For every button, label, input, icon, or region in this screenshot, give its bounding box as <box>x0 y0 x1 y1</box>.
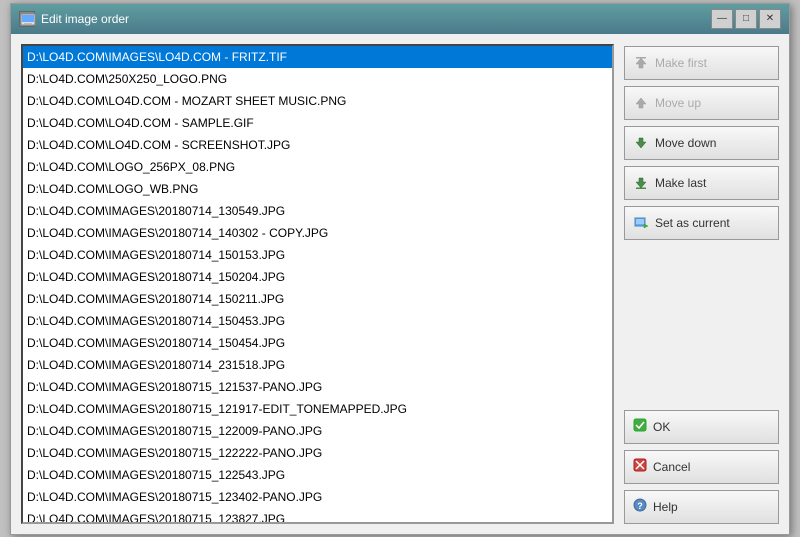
set-as-current-label: Set as current <box>655 216 730 230</box>
make-last-label: Make last <box>655 176 706 190</box>
window-icon <box>19 11 35 27</box>
list-item[interactable]: D:\LO4D.COM\LOGO_256PX_08.PNG <box>23 156 612 178</box>
ok-icon <box>633 418 647 435</box>
sidebar: Make first Move up Move down <box>624 44 779 524</box>
set-as-current-button[interactable]: Set as current <box>624 206 779 240</box>
ok-button[interactable]: OK <box>624 410 779 444</box>
list-item[interactable]: D:\LO4D.COM\IMAGES\LO4D.COM - FRITZ.TIF <box>23 46 612 68</box>
image-list[interactable]: D:\LO4D.COM\IMAGES\LO4D.COM - FRITZ.TIFD… <box>21 44 614 524</box>
list-item[interactable]: D:\LO4D.COM\IMAGES\20180715_121917-EDIT_… <box>23 398 612 420</box>
list-item[interactable]: D:\LO4D.COM\IMAGES\20180714_231518.JPG <box>23 354 612 376</box>
maximize-button[interactable]: □ <box>735 9 757 29</box>
make-first-icon <box>633 55 649 71</box>
list-item[interactable]: D:\LO4D.COM\IMAGES\20180714_150453.JPG <box>23 310 612 332</box>
button-spacer <box>624 246 779 404</box>
set-as-current-icon <box>633 215 649 231</box>
move-up-label: Move up <box>655 96 701 110</box>
cancel-button[interactable]: Cancel <box>624 450 779 484</box>
make-last-icon <box>633 175 649 191</box>
list-item[interactable]: D:\LO4D.COM\LO4D.COM - SCREENSHOT.JPG <box>23 134 612 156</box>
minimize-button[interactable]: — <box>711 9 733 29</box>
cancel-label: Cancel <box>653 460 690 474</box>
list-item[interactable]: D:\LO4D.COM\LO4D.COM - MOZART SHEET MUSI… <box>23 90 612 112</box>
help-label: Help <box>653 500 678 514</box>
move-down-label: Move down <box>655 136 716 150</box>
title-bar-buttons: — □ ✕ <box>711 9 781 29</box>
move-up-button[interactable]: Move up <box>624 86 779 120</box>
list-item[interactable]: D:\LO4D.COM\IMAGES\20180715_123827.JPG <box>23 508 612 524</box>
cancel-icon <box>633 458 647 475</box>
window-title: Edit image order <box>41 12 129 26</box>
help-button[interactable]: ? Help <box>624 490 779 524</box>
title-bar-left: Edit image order <box>19 11 129 27</box>
make-first-label: Make first <box>655 56 707 70</box>
make-first-button[interactable]: Make first <box>624 46 779 80</box>
list-item[interactable]: D:\LO4D.COM\LO4D.COM - SAMPLE.GIF <box>23 112 612 134</box>
list-item[interactable]: D:\LO4D.COM\IMAGES\20180714_130549.JPG <box>23 200 612 222</box>
move-up-icon <box>633 95 649 111</box>
close-button[interactable]: ✕ <box>759 9 781 29</box>
list-item[interactable]: D:\LO4D.COM\IMAGES\20180715_122543.JPG <box>23 464 612 486</box>
list-item[interactable]: D:\LO4D.COM\IMAGES\20180714_150211.JPG <box>23 288 612 310</box>
ok-label: OK <box>653 420 670 434</box>
list-item[interactable]: D:\LO4D.COM\IMAGES\20180714_150454.JPG <box>23 332 612 354</box>
list-item[interactable]: D:\LO4D.COM\250X250_LOGO.PNG <box>23 68 612 90</box>
make-last-button[interactable]: Make last <box>624 166 779 200</box>
list-item[interactable]: D:\LO4D.COM\LOGO_WB.PNG <box>23 178 612 200</box>
window-body: D:\LO4D.COM\IMAGES\LO4D.COM - FRITZ.TIFD… <box>11 34 789 534</box>
list-item[interactable]: D:\LO4D.COM\IMAGES\20180714_140302 - COP… <box>23 222 612 244</box>
help-icon: ? <box>633 498 647 515</box>
list-item[interactable]: D:\LO4D.COM\IMAGES\20180715_122222-PANO.… <box>23 442 612 464</box>
main-window: Edit image order — □ ✕ D:\LO4D.COM\IMAGE… <box>10 3 790 535</box>
list-item[interactable]: D:\LO4D.COM\IMAGES\20180714_150204.JPG <box>23 266 612 288</box>
move-down-icon <box>633 135 649 151</box>
title-bar: Edit image order — □ ✕ <box>11 4 789 34</box>
list-item[interactable]: D:\LO4D.COM\IMAGES\20180714_150153.JPG <box>23 244 612 266</box>
svg-text:?: ? <box>637 501 643 511</box>
move-down-button[interactable]: Move down <box>624 126 779 160</box>
list-item[interactable]: D:\LO4D.COM\IMAGES\20180715_121537-PANO.… <box>23 376 612 398</box>
list-item[interactable]: D:\LO4D.COM\IMAGES\20180715_122009-PANO.… <box>23 420 612 442</box>
list-item[interactable]: D:\LO4D.COM\IMAGES\20180715_123402-PANO.… <box>23 486 612 508</box>
